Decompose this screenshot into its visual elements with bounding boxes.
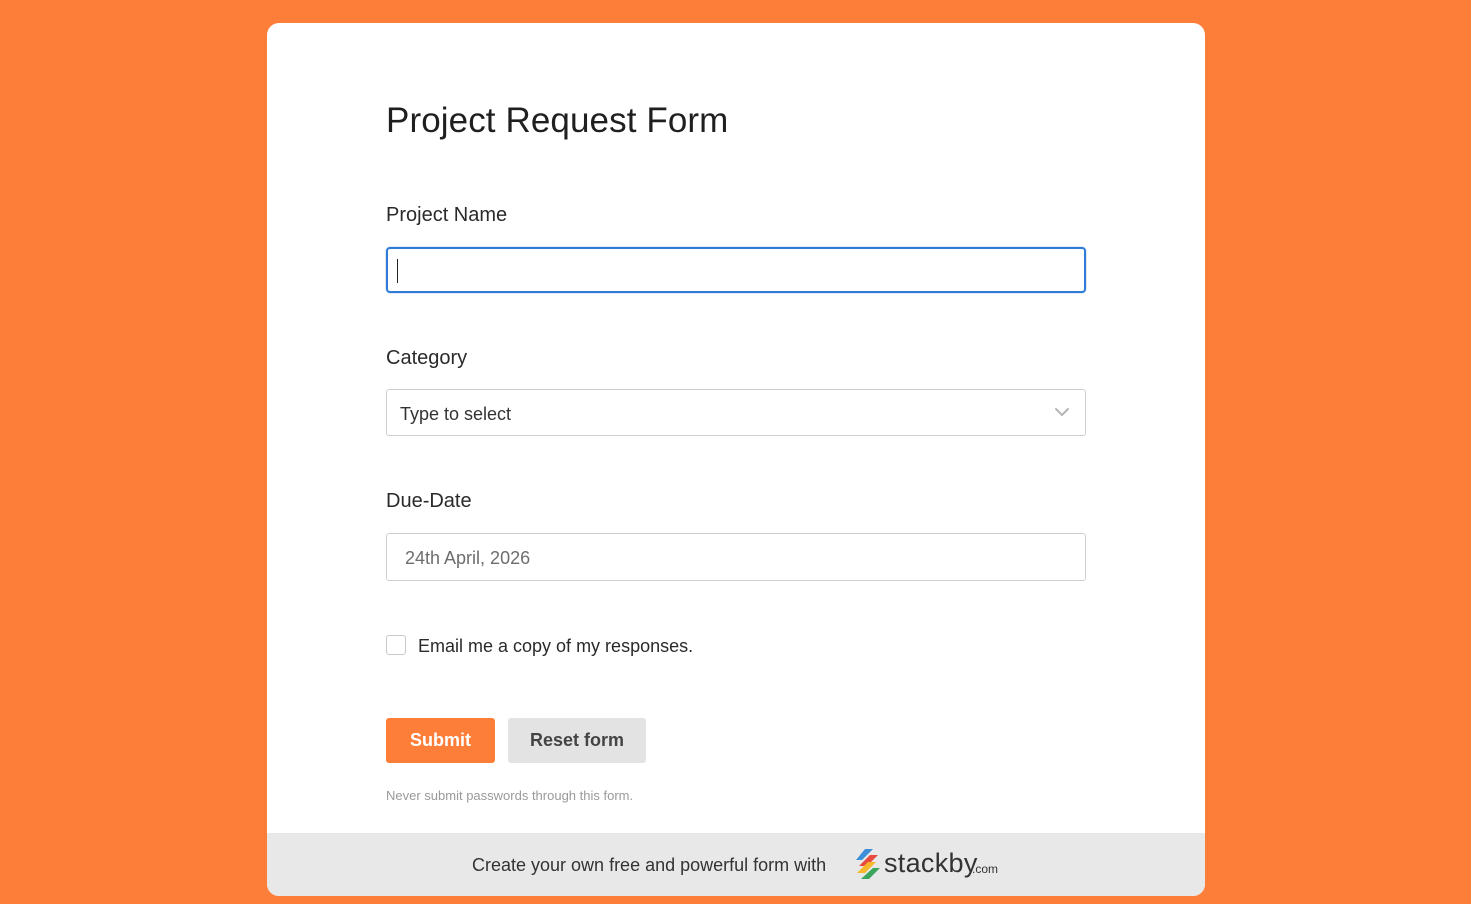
password-warning-note: Never submit passwords through this form… xyxy=(386,788,634,803)
project-name-input[interactable] xyxy=(386,247,1086,293)
stackby-wordmark: stackby xyxy=(884,848,978,878)
stackby-logo-icon xyxy=(856,849,880,879)
email-copy-checkbox[interactable] xyxy=(386,635,406,655)
category-placeholder: Type to select xyxy=(400,404,512,424)
email-copy-label[interactable]: Email me a copy of my responses. xyxy=(418,636,693,657)
stackby-domain-suffix: .com xyxy=(972,862,999,876)
project-name-label: Project Name xyxy=(386,204,508,226)
submit-button[interactable]: Submit xyxy=(386,718,495,763)
due-date-input[interactable]: 24th April, 2026 xyxy=(386,533,1086,581)
due-date-value: 24th April, 2026 xyxy=(405,548,531,568)
text-caret xyxy=(397,259,398,283)
due-date-label: Due-Date xyxy=(386,490,472,512)
form-title: Project Request Form xyxy=(386,101,729,140)
category-select[interactable]: Type to select xyxy=(386,389,1086,436)
reset-form-button[interactable]: Reset form xyxy=(508,718,646,763)
footer-text: Create your own free and powerful form w… xyxy=(472,855,827,875)
email-copy-row: Email me a copy of my responses. xyxy=(386,635,786,657)
category-label: Category xyxy=(386,347,468,369)
form-card: Project Request Form Project Name Catego… xyxy=(267,23,1205,896)
stackby-logo-link[interactable]: stackby .com xyxy=(856,847,1026,883)
footer-bar: Create your own free and powerful form w… xyxy=(267,833,1205,896)
chevron-down-icon xyxy=(1055,408,1069,416)
